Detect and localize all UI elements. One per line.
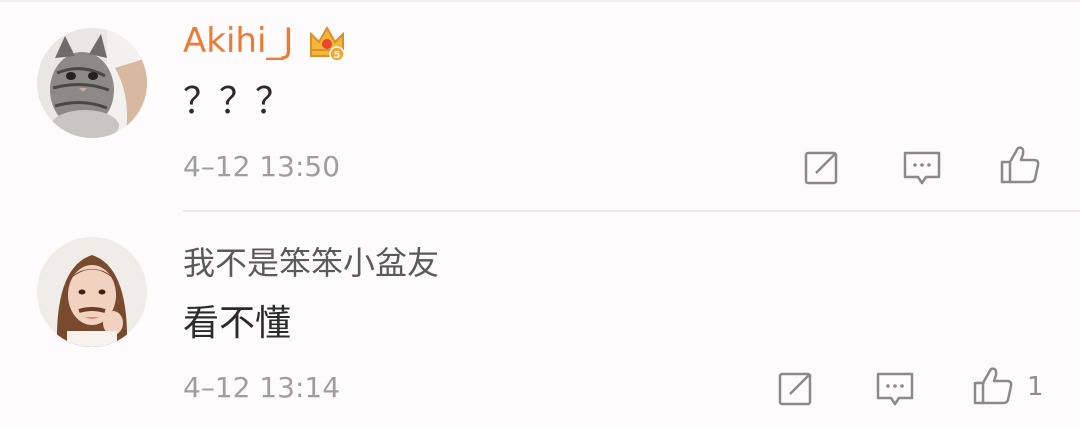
woman-avatar-icon — [37, 237, 147, 347]
crown-vip-badge-icon[interactable]: 5 — [307, 20, 347, 62]
thumbs-up-icon[interactable] — [971, 363, 1015, 407]
svg-text:5: 5 — [334, 50, 341, 61]
thumbs-up-icon[interactable] — [998, 142, 1042, 186]
username[interactable]: 我不是笨笨小盆友 — [183, 243, 439, 283]
repost-icon[interactable] — [774, 366, 818, 410]
comment-icon[interactable] — [900, 145, 944, 189]
username[interactable]: Akihi_J — [183, 21, 293, 61]
comment-item: Akihi_J 5 ？？？ 4–12 13:50 — [0, 0, 1080, 212]
avatar[interactable] — [37, 28, 147, 138]
comment-timestamp: 4–12 13:14 — [183, 371, 341, 404]
comment-item: 我不是笨笨小盆友 看不懂 4–12 13:14 1 — [0, 212, 1080, 428]
comment-text: ？？？ — [183, 81, 292, 122]
like-count: 1 — [1027, 372, 1044, 402]
comment-text: 看不懂 — [183, 303, 292, 344]
avatar[interactable] — [37, 237, 147, 347]
comment-icon[interactable] — [873, 366, 917, 410]
cat-avatar-icon — [37, 28, 147, 138]
repost-icon[interactable] — [800, 145, 844, 189]
comment-timestamp: 4–12 13:50 — [183, 150, 341, 183]
